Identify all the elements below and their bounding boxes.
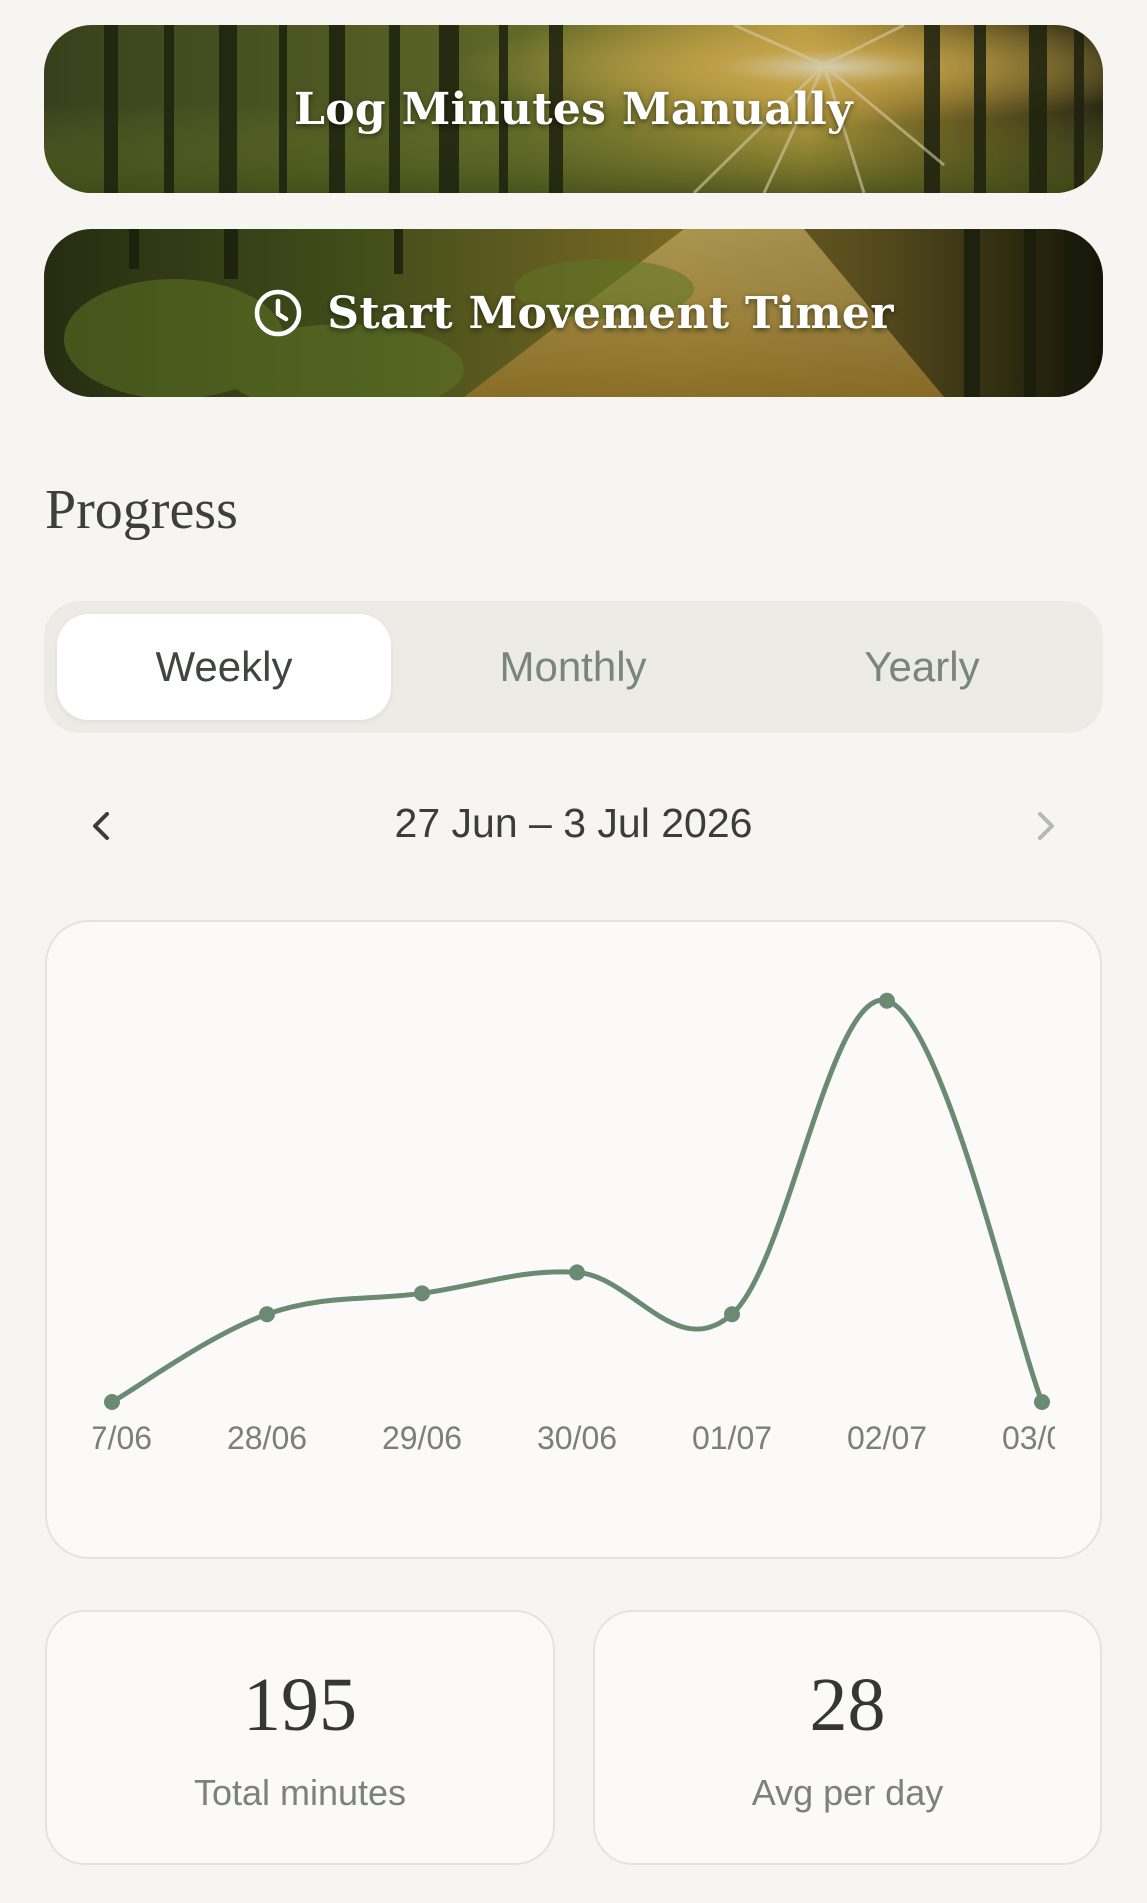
start-timer-label: Start Movement Timer: [327, 287, 894, 339]
average-per-day-value: 28: [809, 1663, 886, 1747]
data-point-30-06: [569, 1264, 585, 1281]
x-tick-label: 03/07: [1002, 1420, 1082, 1456]
average-per-day-label: Avg per day: [751, 1772, 944, 1813]
x-tick-label: 28/06: [227, 1420, 307, 1456]
weekly-chart-card: 27/06 28/06 29/06 30/06 01/07 02/07 03/07: [45, 920, 1102, 1559]
progress-heading: Progress: [45, 479, 238, 541]
x-tick-label: 02/07: [847, 1420, 927, 1456]
banner-content: Log Minutes Manually: [294, 84, 853, 135]
log-minutes-manually-button[interactable]: Log Minutes Manually: [44, 25, 1103, 193]
total-minutes-label: Total minutes: [193, 1772, 407, 1813]
start-movement-timer-button[interactable]: Start Movement Timer: [44, 229, 1103, 397]
tab-weekly[interactable]: Weekly: [57, 614, 391, 720]
x-tick-label: 27/06: [72, 1420, 152, 1456]
x-tick-label: 30/06: [537, 1420, 617, 1456]
data-point-29-06: [414, 1285, 430, 1302]
data-point-02-07: [879, 992, 895, 1009]
data-point-28-06: [259, 1306, 275, 1323]
log-minutes-label: Log Minutes Manually: [294, 83, 853, 135]
period-segmented-control: Weekly Monthly Yearly: [44, 601, 1103, 733]
x-tick-label: 29/06: [382, 1420, 462, 1456]
total-minutes-card: 195 Total minutes: [45, 1610, 555, 1865]
average-per-day-card: 28 Avg per day: [593, 1610, 1102, 1865]
data-point-03-07: [1034, 1394, 1050, 1410]
total-minutes-value: 195: [243, 1663, 357, 1747]
chevron-right-icon: [1038, 812, 1054, 840]
movement-progress-screen: Log Minutes Manually Start Movement Time…: [0, 0, 1147, 1903]
banner-content: Start Movement Timer: [253, 288, 893, 339]
tab-yearly[interactable]: Yearly: [755, 614, 1089, 720]
data-point-01-07: [724, 1306, 740, 1323]
tab-monthly[interactable]: Monthly: [406, 614, 740, 720]
next-week-button[interactable]: [1017, 798, 1073, 854]
clock-icon: [253, 288, 303, 338]
x-tick-label: 01/07: [692, 1420, 772, 1456]
weekly-line-chart: 27/06 28/06 29/06 30/06 01/07 02/07 03/07: [72, 992, 1082, 1456]
date-range-label: 27 Jun – 3 Jul 2026: [394, 800, 753, 846]
series-line: [109, 997, 1045, 1405]
date-navigation: 27 Jun – 3 Jul 2026: [44, 790, 1103, 862]
data-point-27-06: [104, 1394, 120, 1410]
